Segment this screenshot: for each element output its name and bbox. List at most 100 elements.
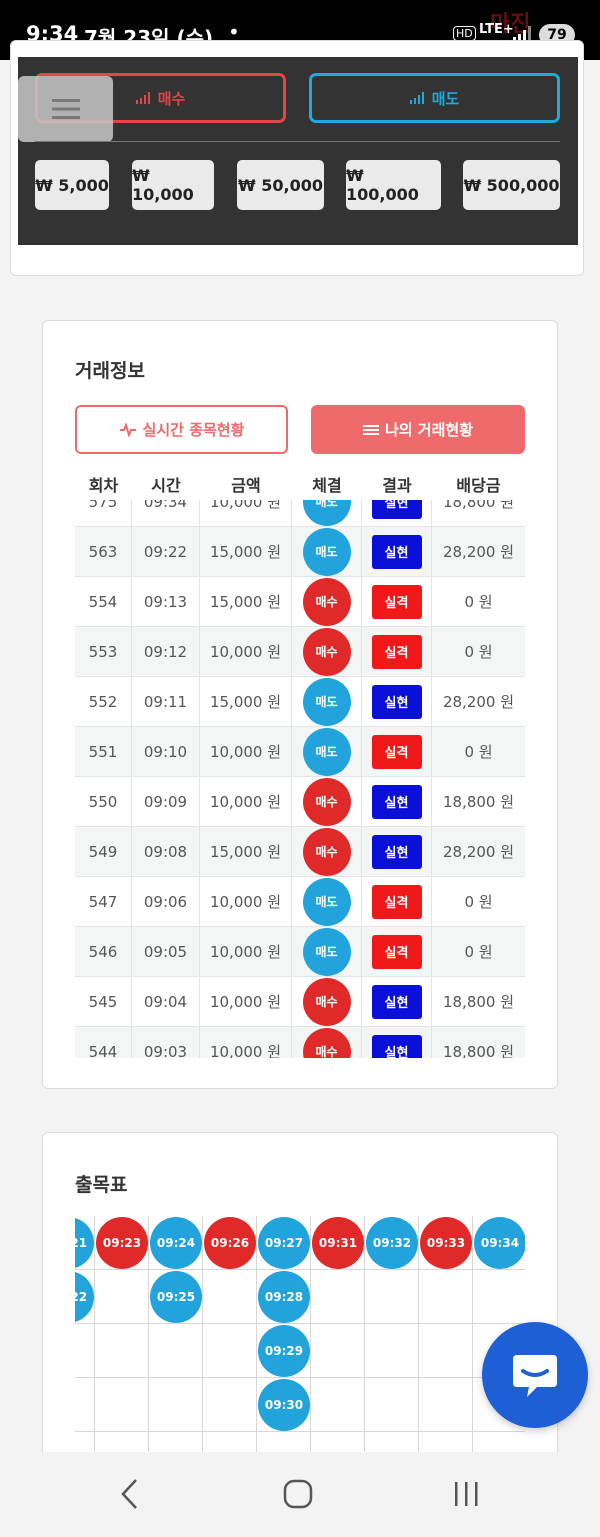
tab-live-status[interactable]: 실시간 종목현황 [75, 405, 288, 454]
cell-round: 554 [75, 577, 132, 626]
bars-icon [409, 92, 424, 104]
cell-side: 매수 [292, 777, 362, 826]
cell-amount: 15,000 원 [200, 527, 292, 576]
grid-cell [75, 1324, 95, 1378]
result-badge: 실현 [371, 984, 422, 1019]
grid-cell [419, 1324, 473, 1378]
result-badge: 실격 [371, 734, 422, 769]
recents-button[interactable] [446, 1474, 486, 1514]
result-dot: 09:32 [366, 1217, 418, 1269]
menu-button[interactable] [18, 76, 113, 142]
amount-button-500000[interactable]: ₩ 500,000 [463, 160, 560, 210]
cell-round: 551 [75, 727, 132, 776]
grid-cell [203, 1432, 257, 1452]
hd-icon: HD [453, 26, 476, 41]
grid-cell [365, 1432, 419, 1452]
tab-mine-label: 나의 거래현황 [384, 421, 474, 439]
grid-cell [311, 1270, 365, 1324]
table-row: 550 09:09 10,000 원 매수 실현 18,800 원 [75, 777, 525, 827]
cell-result: 실현 [362, 527, 432, 576]
chat-button[interactable] [482, 1322, 588, 1428]
grid-cell [149, 1432, 203, 1452]
cell-side: 매도 [292, 500, 362, 526]
chart-grid[interactable]: 09:2109:2209:2309:2409:2509:2609:2709:28… [75, 1216, 525, 1452]
grid-cell [149, 1378, 203, 1432]
cell-result: 실격 [362, 627, 432, 676]
home-button[interactable] [278, 1474, 318, 1514]
cell-time: 09:10 [132, 727, 200, 776]
cell-time: 09:34 [132, 500, 200, 526]
cell-time: 09:12 [132, 627, 200, 676]
recents-icon [455, 1482, 478, 1506]
grid-cell [95, 1432, 149, 1452]
cell-payout: 0 원 [464, 743, 493, 761]
cell-result: 실격 [362, 577, 432, 626]
result-badge: 실격 [371, 584, 422, 619]
result-dot: 09:23 [96, 1217, 148, 1269]
result-badge: 실격 [371, 884, 422, 919]
cell-round: 549 [75, 827, 132, 876]
table-row: 552 09:11 15,000 원 매도 실현 28,200 원 [75, 677, 525, 727]
cell-payout: 18,800 원 [442, 793, 515, 811]
sell-button[interactable]: 매도 [309, 73, 560, 123]
cell-amount: 10,000 원 [200, 877, 292, 926]
result-dot: 09:30 [258, 1379, 310, 1431]
result-badge: 실현 [371, 684, 422, 719]
grid-cell [75, 1378, 95, 1432]
grid-cell [203, 1324, 257, 1378]
cell-round: 552 [75, 677, 132, 726]
lines-icon [362, 424, 379, 435]
grid-cell [95, 1324, 149, 1378]
system-nav-bar [0, 1452, 600, 1537]
grid-cell [95, 1270, 149, 1324]
cell-amount: 10,000 원 [200, 1027, 292, 1058]
cell-side: 매도 [292, 727, 362, 776]
back-button[interactable] [112, 1474, 148, 1514]
trade-table-scroll[interactable]: 575 09:34 10,000 원 매도 실현 18,800 원 563 09:22 15,0… [75, 500, 525, 1058]
cell-result: 실현 [362, 677, 432, 726]
side-badge: 매도 [302, 500, 351, 526]
table-row: 563 09:22 15,000 원 매도 실현 28,200 원 [75, 527, 525, 577]
side-badge: 매도 [302, 677, 351, 726]
divider [35, 141, 560, 142]
cell-amount: 10,000 원 [200, 927, 292, 976]
side-badge: 매수 [302, 977, 351, 1026]
result-dot: 09:26 [204, 1217, 256, 1269]
cell-side: 매수 [292, 977, 362, 1026]
cell-round: 546 [75, 927, 132, 976]
cell-payout: 28,200 원 [442, 843, 515, 861]
trade-table-body: 575 09:34 10,000 원 매도 실현 18,800 원 563 09:22 15,0… [75, 500, 525, 1058]
side-badge: 매수 [302, 577, 351, 626]
table-row: 554 09:13 15,000 원 매수 실격 0 원 [75, 577, 525, 627]
side-badge: 매도 [302, 727, 351, 776]
cell-round: 547 [75, 877, 132, 926]
cell-time: 09:03 [132, 1027, 200, 1058]
cell-round: 553 [75, 627, 132, 676]
table-row: 549 09:08 15,000 원 매수 실현 28,200 원 [75, 827, 525, 877]
side-badge: 매수 [302, 777, 351, 826]
cell-side: 매도 [292, 927, 362, 976]
amount-button-10000[interactable]: ₩ 10,000 [132, 160, 214, 210]
tab-my-trades[interactable]: 나의 거래현황 [311, 405, 525, 454]
cell-time: 09:13 [132, 577, 200, 626]
home-icon [283, 1479, 313, 1509]
amount-button-100000[interactable]: ₩ 100,000 [346, 160, 441, 210]
cell-side: 매도 [292, 877, 362, 926]
amount-button-50000[interactable]: ₩ 50,000 [237, 160, 324, 210]
cell-side: 매도 [292, 527, 362, 576]
table-row: 544 09:03 10,000 원 매수 실현 18,800 원 [75, 1027, 525, 1058]
cell-time: 09:11 [132, 677, 200, 726]
cell-time: 09:04 [132, 977, 200, 1026]
amount-button-5000[interactable]: ₩ 5,000 [35, 160, 109, 210]
cell-payout: 18,800 원 [442, 1043, 515, 1058]
result-dot: 09:29 [258, 1325, 310, 1377]
grid-cell [419, 1378, 473, 1432]
cell-result: 실현 [362, 777, 432, 826]
side-badge: 매수 [302, 827, 351, 876]
grid-cell [473, 1270, 525, 1324]
grid-cell [419, 1432, 473, 1452]
tab-live-label: 실시간 종목현황 [142, 421, 245, 439]
result-badge: 실현 [371, 534, 422, 569]
table-row: 545 09:04 10,000 원 매수 실현 18,800 원 [75, 977, 525, 1027]
result-badge: 실현 [371, 784, 422, 819]
